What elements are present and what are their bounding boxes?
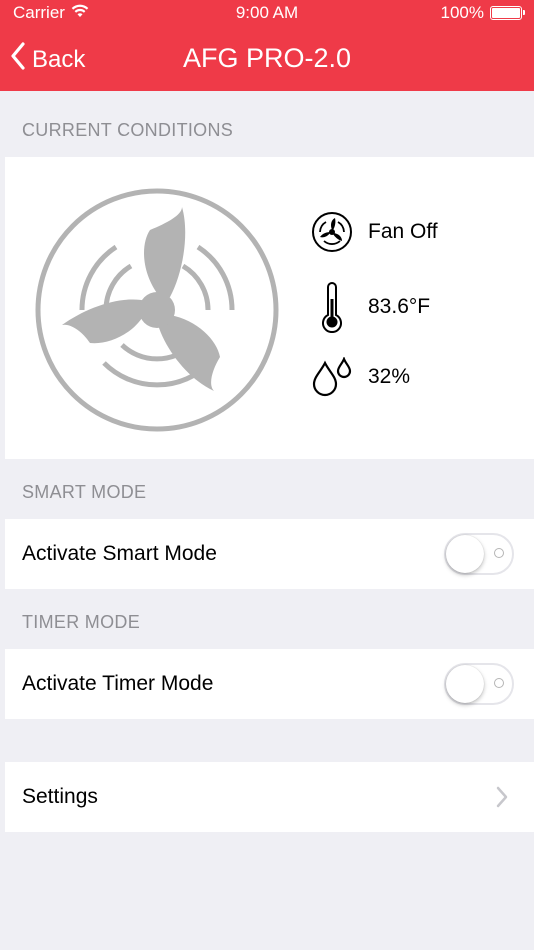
temperature-row: 83.6°F xyxy=(310,281,430,333)
battery-percent: 100% xyxy=(440,3,484,22)
chevron-right-icon xyxy=(495,786,509,813)
fan-status-value: Fan Off xyxy=(368,220,438,243)
smart-mode-label: Activate Smart Mode xyxy=(22,542,217,565)
smart-mode-header: SMART MODE xyxy=(22,482,147,502)
toggle-knob xyxy=(446,535,484,573)
timer-mode-label: Activate Timer Mode xyxy=(22,672,214,695)
page-title: AFG PRO-2.0 xyxy=(182,43,352,73)
current-conditions-header: CURRENT CONDITIONS xyxy=(22,120,234,140)
thermometer-icon xyxy=(310,281,354,333)
humidity-value: 32% xyxy=(368,365,411,388)
toggle-off-indicator-icon xyxy=(494,678,504,688)
fan-status-row: Fan Off xyxy=(310,211,438,253)
battery-icon xyxy=(490,6,525,20)
humidity-row: 32% xyxy=(310,357,410,397)
status-bar-right: 100% xyxy=(440,3,525,23)
smart-mode-row: Activate Smart Mode xyxy=(5,519,534,589)
toggle-off-indicator-icon xyxy=(494,548,504,558)
fan-graphic-icon xyxy=(32,185,282,440)
settings-label: Settings xyxy=(22,785,98,808)
fan-status-icon xyxy=(310,211,354,253)
toggle-knob xyxy=(446,665,484,703)
settings-row[interactable]: Settings xyxy=(5,762,534,832)
timer-mode-header: TIMER MODE xyxy=(22,612,140,632)
timer-mode-toggle[interactable] xyxy=(444,663,514,705)
timer-mode-row: Activate Timer Mode xyxy=(5,649,534,719)
navigation-bar: Carrier 9:00 AM 100% Back AFG PRO-2.0 xyxy=(0,0,534,91)
smart-mode-toggle[interactable] xyxy=(444,533,514,575)
current-conditions-card: Fan Off 83.6°F 32% xyxy=(5,157,534,459)
temperature-value: 83.6°F xyxy=(368,295,431,318)
humidity-drops-icon xyxy=(310,357,354,397)
